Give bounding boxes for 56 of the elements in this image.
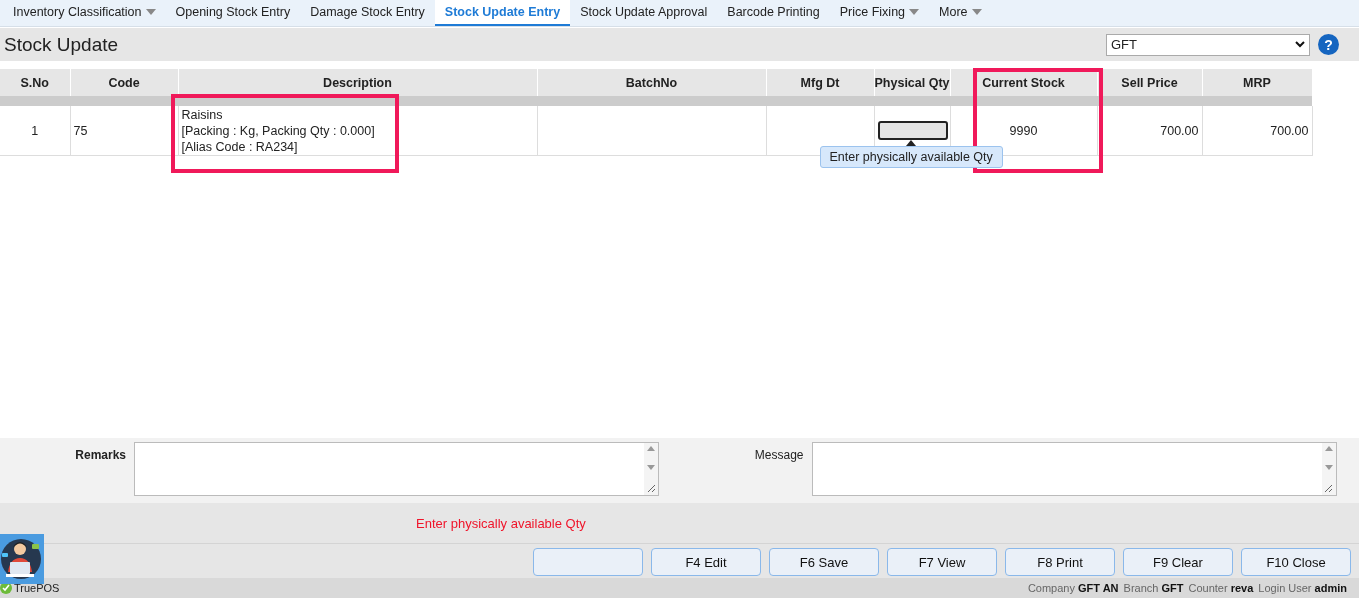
tab[interactable]: Price Fixing — [829, 0, 930, 26]
status-field: Counter reva — [1188, 582, 1254, 594]
action-button[interactable]: F8 Print — [1005, 548, 1115, 576]
status-field: Company GFT AN — [1027, 582, 1119, 594]
scroll-up-icon[interactable] — [1324, 446, 1333, 451]
column-header: Code — [70, 69, 178, 96]
status-field: Branch GFT — [1123, 582, 1184, 594]
tooltip-pointer-icon — [905, 140, 916, 146]
scroll-down-icon[interactable] — [647, 465, 655, 470]
column-header: Description — [178, 69, 537, 96]
action-button[interactable]: F9 Clear — [1123, 548, 1233, 576]
tab[interactable]: Barcode Printing — [717, 0, 830, 26]
remarks-label: Remarks — [74, 447, 126, 464]
tab[interactable]: Stock Update Approval — [570, 0, 718, 26]
item-description-line: [Packing : Kg, Packing Qty : 0.000] — [181, 122, 376, 139]
action-button[interactable]: F10 Close — [1241, 548, 1351, 576]
tab[interactable]: Opening Stock Entry — [165, 0, 301, 26]
column-header: S.No — [0, 69, 70, 96]
table-cell: 700.00 — [1160, 123, 1199, 138]
table-cell: 9990 — [1009, 123, 1038, 138]
tab[interactable]: Damage Stock Entry — [300, 0, 435, 26]
message-label: Message — [753, 447, 804, 464]
item-description-line: Raisins — [181, 106, 224, 123]
branch-select[interactable]: GFT — [1106, 33, 1310, 56]
app-name: TruePOS — [14, 582, 60, 594]
tooltip: Enter physically available Qty — [819, 146, 1003, 168]
status-field: Login User admin — [1258, 582, 1347, 594]
scroll-down-icon[interactable] — [1324, 465, 1333, 470]
tab[interactable]: Stock Update Entry — [434, 0, 571, 26]
tab[interactable]: More — [929, 0, 992, 26]
column-header: BatchNo — [537, 69, 766, 96]
page-title: Stock Update — [4, 33, 120, 56]
column-header: MRP — [1202, 69, 1312, 96]
avatar-icon[interactable] — [0, 534, 44, 584]
physical-qty-field[interactable] — [877, 121, 948, 140]
tab[interactable]: Inventory Classification — [3, 0, 166, 26]
blank-button[interactable] — [533, 548, 643, 576]
help-button[interactable]: ? — [1318, 34, 1339, 55]
check-icon — [0, 582, 12, 594]
scroll-up-icon[interactable] — [647, 446, 655, 451]
resize-grip-icon[interactable] — [646, 484, 656, 493]
resize-grip-icon[interactable] — [1324, 484, 1333, 493]
action-button[interactable]: F6 Save — [769, 548, 879, 576]
action-button[interactable]: F7 View — [887, 548, 997, 576]
action-button[interactable]: F4 Edit — [651, 548, 761, 576]
column-header: Mfg Dt — [766, 69, 874, 96]
column-header: Physical Qty — [874, 69, 950, 96]
column-header: Sell Price — [1097, 69, 1202, 96]
table-cell: 75 — [73, 123, 88, 138]
chevron-down-icon — [1295, 41, 1305, 48]
table-cell: 700.00 — [1270, 123, 1309, 138]
remarks-field[interactable] — [134, 442, 659, 496]
status-message: Enter physically available Qty — [416, 515, 586, 531]
table-cell: 1 — [31, 123, 39, 138]
item-description-line: [Alias Code : RA234] — [181, 138, 299, 155]
message-field[interactable] — [811, 442, 1337, 496]
